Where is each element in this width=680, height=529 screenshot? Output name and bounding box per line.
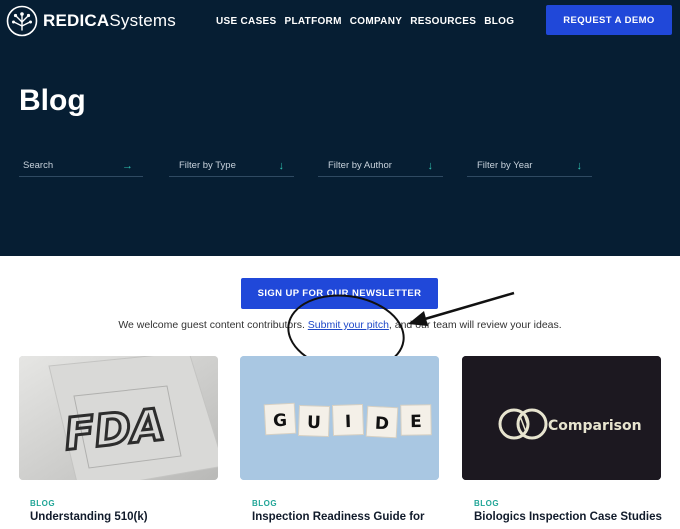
nav-use-cases[interactable]: USE CASES: [216, 16, 277, 27]
nav-company[interactable]: COMPANY: [350, 16, 402, 27]
card-title[interactable]: Biologics Inspection Case Studies: [474, 511, 662, 523]
guest-contributor-text: We welcome guest content contributors. S…: [118, 319, 562, 331]
card-tag: BLOG: [474, 499, 500, 508]
arrow-right-icon[interactable]: →: [122, 160, 143, 172]
svg-text:I: I: [345, 412, 352, 432]
redica-logo-icon: [6, 5, 38, 37]
arrow-down-icon: ↓: [576, 159, 583, 172]
hero-section: REDICASystems USE CASES PLATFORM COMPANY…: [0, 0, 680, 256]
card-tag: BLOG: [252, 499, 278, 508]
card-tag: BLOG: [30, 499, 56, 508]
card-title[interactable]: Inspection Readiness Guide for: [252, 511, 425, 523]
newsletter-signup-button[interactable]: SIGN UP FOR OUR NEWSLETTER: [241, 278, 438, 309]
search-placeholder: Search: [23, 160, 54, 171]
search-input[interactable]: Search →: [19, 155, 143, 177]
arrow-down-icon: ↓: [278, 159, 285, 172]
nav-platform[interactable]: PLATFORM: [285, 16, 342, 27]
svg-text:Comparison: Comparison: [548, 418, 642, 434]
filter-by-type-select[interactable]: Filter by Type ↓: [169, 155, 294, 177]
filter-author-label: Filter by Author: [328, 160, 392, 171]
fda-image-icon: FDA: [19, 356, 218, 480]
brand-name: REDICASystems: [43, 11, 176, 30]
svg-text:U: U: [307, 413, 322, 433]
brand-logo[interactable]: REDICASystems: [6, 5, 176, 37]
arrow-down-icon: ↓: [427, 159, 434, 172]
svg-text:FDA: FDA: [62, 399, 167, 460]
svg-text:E: E: [410, 412, 422, 432]
filter-by-year-select[interactable]: Filter by Year ↓: [467, 155, 592, 177]
card-image-guide[interactable]: G U I D E: [240, 356, 439, 480]
nav-resources[interactable]: RESOURCES: [410, 16, 476, 27]
svg-text:G: G: [273, 411, 288, 432]
card-image-fda[interactable]: FDA: [19, 356, 218, 480]
page-title: Blog: [19, 84, 86, 117]
svg-text:D: D: [374, 414, 389, 435]
request-demo-button[interactable]: REQUEST A DEMO: [546, 5, 672, 35]
submit-pitch-link[interactable]: Submit your pitch: [308, 319, 389, 331]
card-title[interactable]: Understanding 510(k): [30, 511, 148, 523]
filter-year-label: Filter by Year: [477, 160, 533, 171]
filter-by-author-select[interactable]: Filter by Author ↓: [318, 155, 443, 177]
guide-blocks-icon: G U I D E: [240, 356, 439, 480]
card-image-comparison[interactable]: Comparison: [462, 356, 661, 480]
comparison-rings-icon: Comparison: [462, 356, 661, 480]
main-nav: USE CASES PLATFORM COMPANY RESOURCES BLO…: [216, 16, 522, 27]
filter-type-label: Filter by Type: [179, 160, 236, 171]
nav-blog[interactable]: BLOG: [484, 16, 514, 27]
